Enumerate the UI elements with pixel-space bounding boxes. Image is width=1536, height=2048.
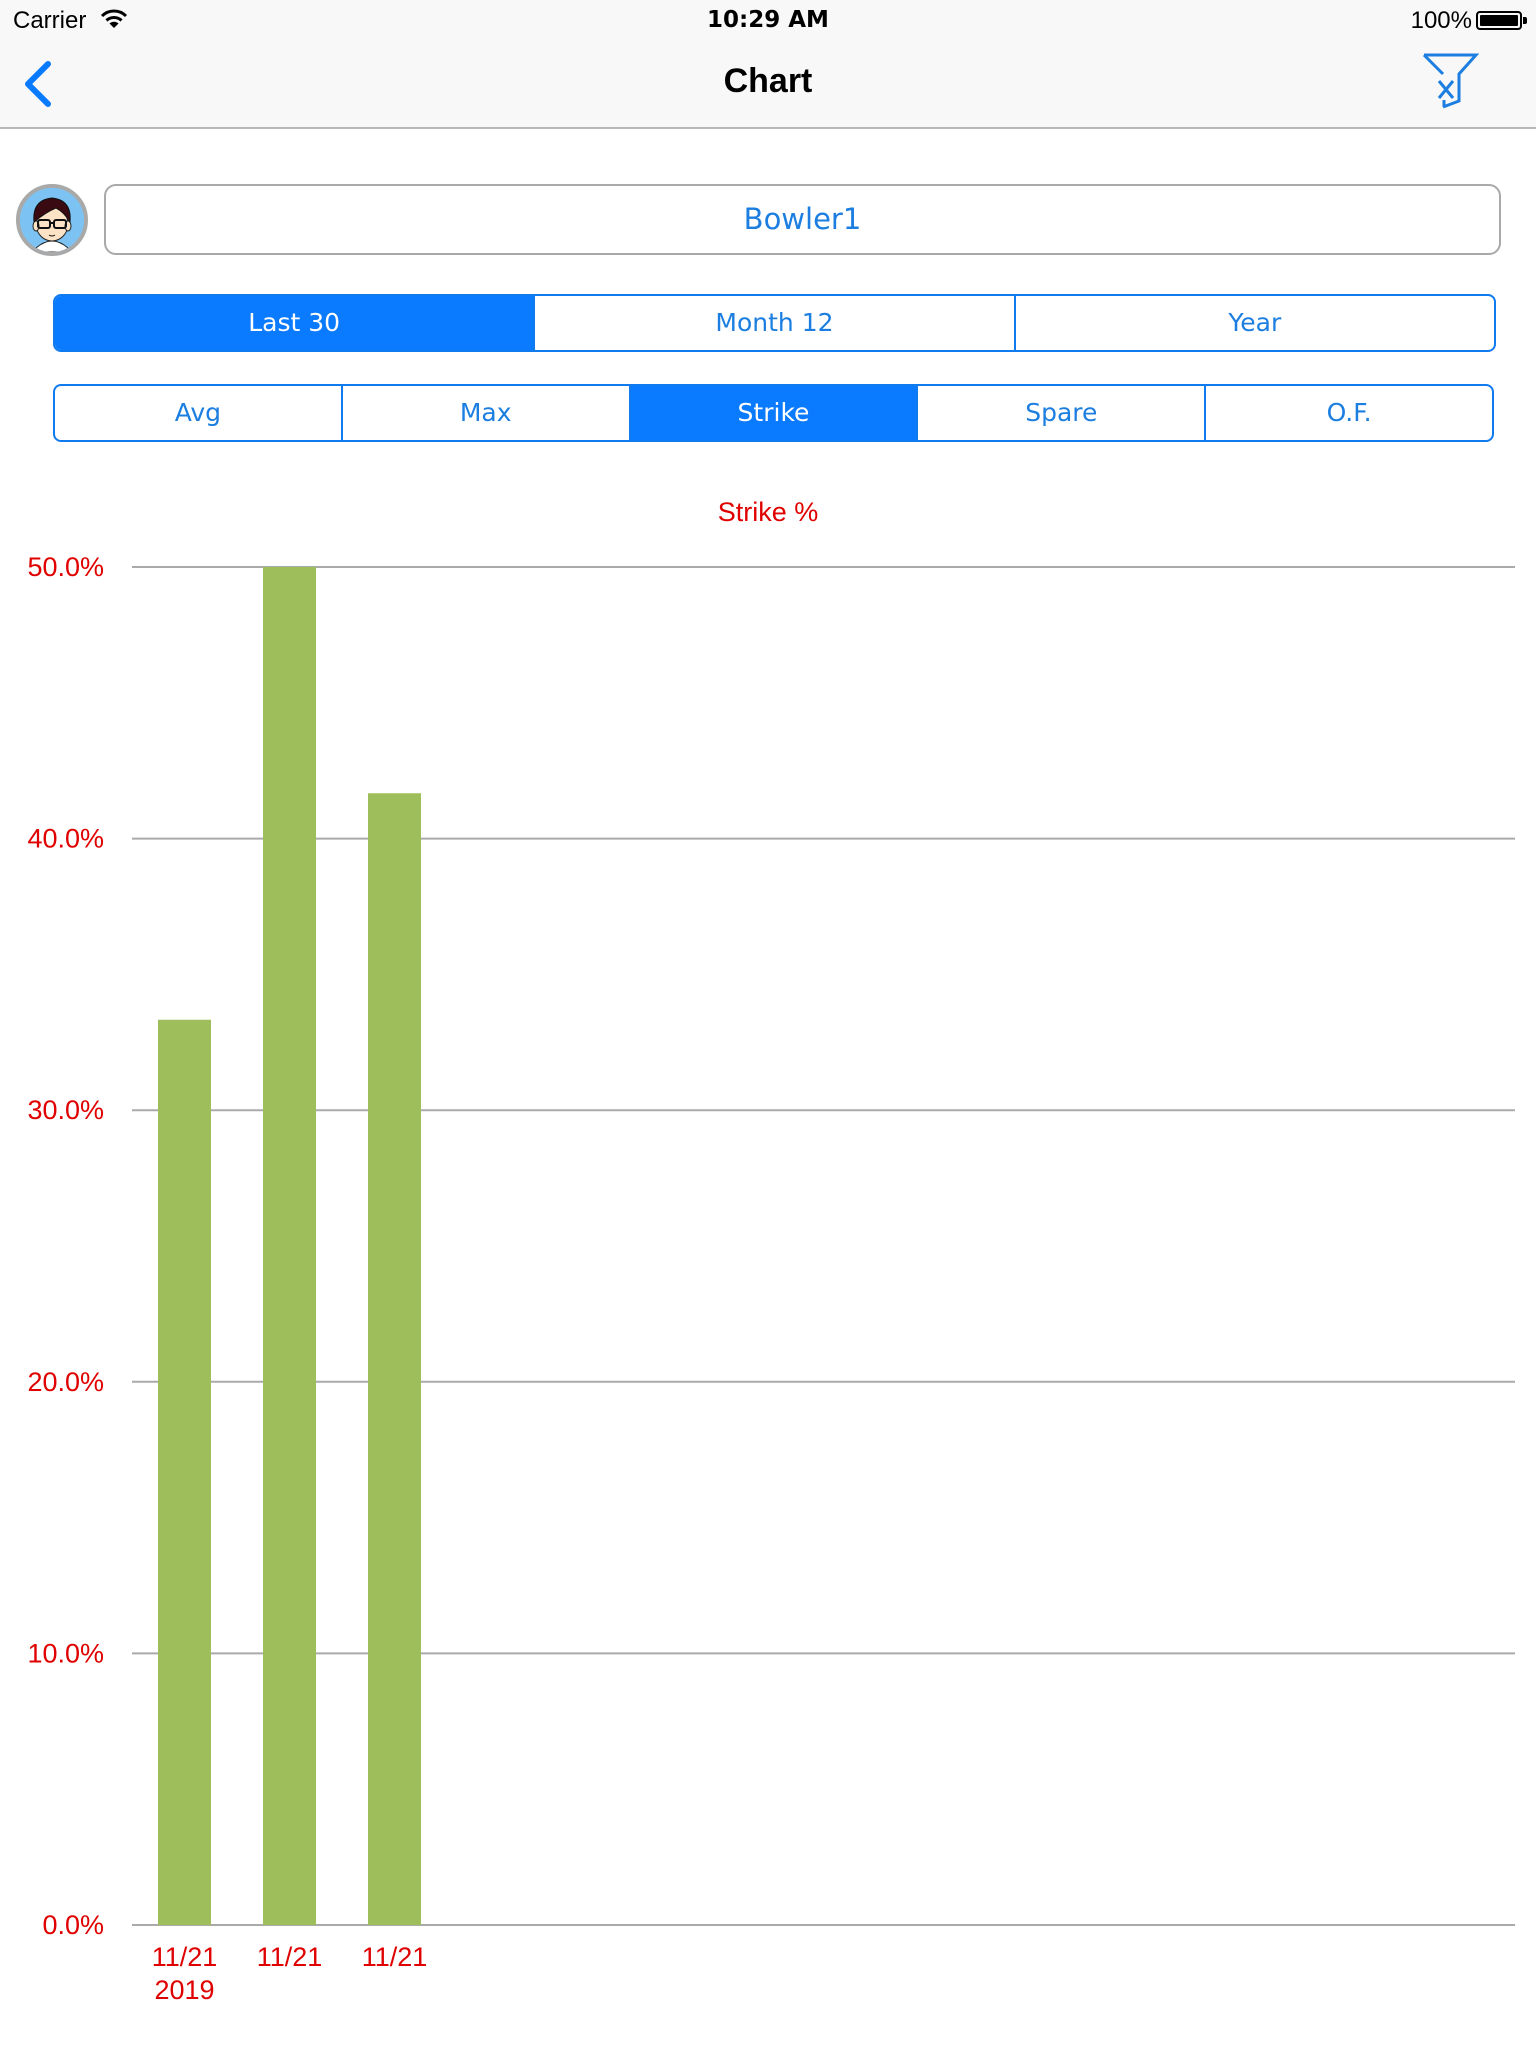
bar xyxy=(263,567,316,1925)
x-tick-label-line: 11/21 xyxy=(362,1942,428,1972)
battery-percent: 100% xyxy=(1410,7,1472,34)
y-tick-label: 30.0% xyxy=(27,1095,104,1125)
battery-tip xyxy=(1523,17,1527,24)
y-tick-label: 0.0% xyxy=(42,1910,104,1940)
segment-of[interactable]: O.F. xyxy=(1204,386,1492,440)
avatar[interactable] xyxy=(16,184,88,256)
back-chevron-icon[interactable] xyxy=(18,58,62,110)
chart-title: Strike % xyxy=(717,497,819,527)
battery-icon xyxy=(1476,11,1522,30)
x-tick-label-line: 2019 xyxy=(154,1975,214,2005)
status-time: 10:29 AM xyxy=(707,7,829,33)
segment-spare[interactable]: Spare xyxy=(916,386,1204,440)
x-tick-label: 11/21 xyxy=(362,1942,428,1972)
page-title: Chart xyxy=(723,62,813,100)
segment-strike[interactable]: Strike xyxy=(628,386,917,440)
segment-avg[interactable]: Avg xyxy=(55,386,341,440)
navigation-bar: Carrier 10:29 AM 100% Chart xyxy=(0,0,1536,129)
bar xyxy=(368,793,421,1925)
status-bar: Carrier 10:29 AM 100% xyxy=(0,0,1536,40)
segment-last-30[interactable]: Last 30 xyxy=(55,296,534,350)
y-tick-label: 10.0% xyxy=(27,1638,104,1668)
y-tick-label: 40.0% xyxy=(27,824,104,854)
x-tick-label-line: 11/21 xyxy=(152,1942,218,1972)
battery-level xyxy=(1480,15,1518,26)
clear-filter-icon[interactable] xyxy=(1418,50,1482,112)
x-tick-label: 11/21 2019 xyxy=(152,1942,218,2005)
bowler-name-field[interactable]: Bowler1 xyxy=(104,184,1501,255)
y-tick-label: 50.0% xyxy=(27,552,104,582)
x-tick-label-line: 11/21 xyxy=(257,1942,323,1972)
period-segmented-control: Last 30 Month 12 Year xyxy=(53,294,1496,352)
segment-max[interactable]: Max xyxy=(340,386,629,440)
y-tick-label: 20.0% xyxy=(27,1367,104,1397)
metric-segmented-control: Avg Max Strike Spare O.F. xyxy=(53,384,1494,442)
segment-month-12[interactable]: Month 12 xyxy=(533,296,1013,350)
x-tick-label: 11/21 xyxy=(257,1942,323,1972)
bowler-avatar-icon xyxy=(20,188,84,252)
segment-year[interactable]: Year xyxy=(1013,296,1494,350)
bar-chart: 0.0%10.0%20.0%30.0%40.0%50.0%11/21 201911… xyxy=(27,552,1515,2005)
bar xyxy=(158,1019,211,1925)
